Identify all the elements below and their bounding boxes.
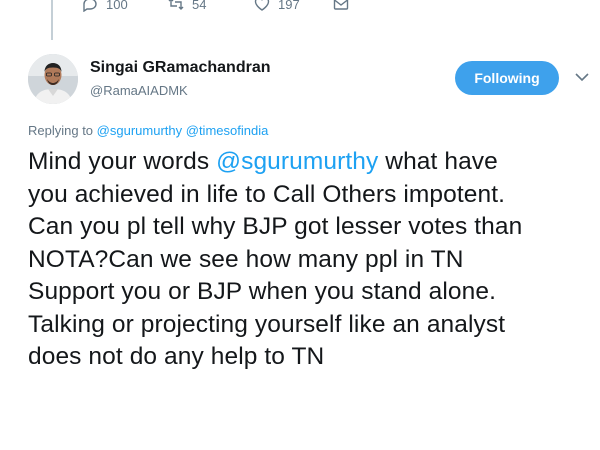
tweet-line-3: Can you pl tell why BJP got lesser votes… — [28, 213, 523, 240]
replying-mention-2[interactable]: @timesofindia — [186, 123, 269, 138]
tweet-line-6: Talking or projecting yourself like an a… — [28, 310, 506, 338]
tweet-line-2: you achieved in life to Call Others impo… — [28, 180, 506, 208]
retweet-icon — [168, 0, 184, 12]
tweet-line-5: Support you or BJP when you stand alone. — [28, 278, 496, 305]
heart-icon — [254, 0, 270, 12]
tweet-mention-link[interactable]: @sgurumurthy — [216, 148, 378, 175]
avatar-image — [28, 54, 78, 104]
replying-mention-1[interactable]: @sgurumurthy — [97, 123, 182, 138]
thread-line — [51, 0, 53, 40]
tweet-text-segment: Mind your words — [28, 148, 217, 175]
tweet-text: Mind your words @sgurumurthy what have y… — [28, 146, 588, 374]
tweet-line-1: Mind your words @sgurumurthy what have — [28, 146, 588, 179]
tweet-line-4: NOTA?Can we see how many ppl in TN — [28, 245, 464, 273]
tweet-text-segment: what have — [378, 148, 498, 175]
author-handle[interactable]: @RamaAIADMK — [90, 83, 188, 98]
chevron-down-icon — [575, 73, 589, 82]
replying-to: Replying to @sgurumurthy @timesofindia — [28, 123, 268, 138]
author-name[interactable]: Singai GRamachandran — [90, 59, 271, 77]
reply-action[interactable]: 100 — [82, 0, 128, 14]
following-button[interactable]: Following — [455, 61, 559, 95]
previous-tweet-action-bar: 100 54 197 — [0, 0, 600, 40]
retweet-count: 54 — [192, 0, 207, 12]
like-action[interactable]: 197 — [254, 0, 300, 14]
tweet-menu-caret[interactable] — [574, 70, 590, 84]
replying-prefix: Replying to — [28, 123, 94, 138]
envelope-icon — [333, 0, 349, 12]
tweet-line-7: does not do any help to TN — [28, 343, 325, 370]
direct-message-action[interactable] — [333, 0, 357, 14]
avatar[interactable] — [28, 54, 78, 104]
reply-count: 100 — [106, 0, 128, 12]
retweet-action[interactable]: 54 — [168, 0, 206, 14]
like-count: 197 — [278, 0, 300, 12]
reply-icon — [82, 0, 98, 12]
